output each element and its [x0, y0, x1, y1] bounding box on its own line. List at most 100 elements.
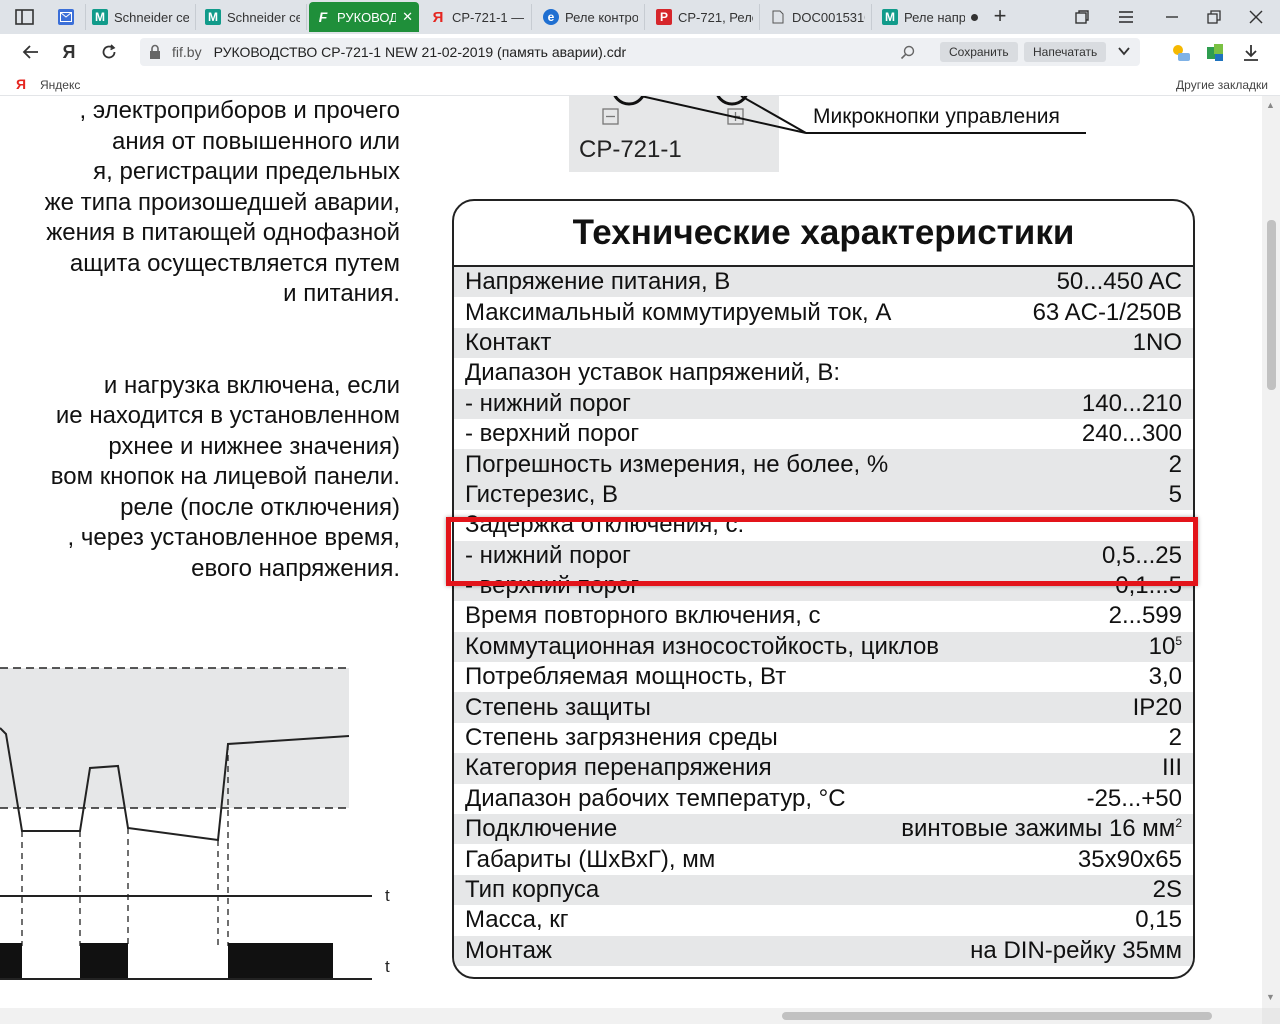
spec-row: - нижний порог 0,5...25 — [454, 540, 1193, 571]
spec-label: - нижний порог — [465, 541, 631, 569]
weather-extension-icon[interactable] — [1170, 42, 1192, 64]
sidebar-toggle-icon[interactable] — [14, 7, 36, 27]
reload-button[interactable] — [98, 41, 120, 63]
download-icon[interactable] — [1240, 42, 1262, 64]
mail-icon — [58, 9, 74, 25]
time-axis-label: t — [385, 957, 390, 976]
lock-icon — [148, 44, 162, 60]
yandex-bookmark-icon[interactable]: Я — [16, 76, 26, 92]
yandex-icon[interactable]: Я — [58, 41, 80, 63]
tab-cp721-yandex[interactable]: Я CP-721-1 — — [424, 4, 532, 30]
spec-value-text: 3,0 — [1148, 663, 1182, 691]
spec-value-text: 2...599 — [1108, 602, 1182, 630]
text-line: , через установленное время, — [67, 524, 400, 551]
text-line: и нагрузка включена, если — [103, 371, 400, 399]
text-line: реле (после отключения) — [120, 493, 400, 521]
spec-value: 0,15 — [1135, 906, 1182, 934]
spec-value-text: 2 — [1168, 450, 1182, 478]
menu-icon[interactable] — [1114, 6, 1138, 28]
restore-icon[interactable] — [1202, 6, 1226, 28]
navigation-bar: Я fif.by РУКОВОДСТВО CP-721-1 NEW 21-02-… — [0, 34, 1280, 70]
spec-value: 5 — [1169, 481, 1182, 509]
spec-label: Напряжение питания, В — [465, 268, 731, 296]
tab-active-manual[interactable]: F РУКОВОД ✕ — [309, 2, 419, 32]
tab-doc[interactable]: DOC0015310 — [764, 4, 872, 30]
spec-label: Контакт — [465, 328, 552, 356]
minimize-icon[interactable] — [1160, 6, 1184, 28]
address-bar[interactable]: fif.by РУКОВОДСТВО CP-721-1 NEW 21-02-20… — [140, 38, 1140, 66]
other-bookmarks[interactable]: Другие закладки — [1176, 78, 1268, 92]
horizontal-scrollbar[interactable] — [0, 1008, 1262, 1024]
spec-value: винтовые зажимы 16 мм2 — [901, 815, 1182, 843]
zoom-icon[interactable] — [900, 44, 916, 60]
tab-label: CP-721-1 — — [452, 9, 525, 25]
spec-value-text: III — [1161, 754, 1182, 782]
horizontal-scroll-thumb[interactable] — [782, 1012, 1212, 1020]
spec-value: на DIN-рейку 35мм — [970, 937, 1182, 965]
spec-label: - нижний порог — [465, 389, 631, 417]
unsaved-dot-icon — [971, 13, 978, 21]
manual-description-text: , электроприборов и прочего ания от повыш… — [0, 96, 400, 584]
spec-value: 0,1...5 — [1115, 572, 1182, 600]
spec-value: 2 — [1169, 451, 1182, 479]
text-line: ащита осуществляется путем — [69, 249, 400, 277]
chevron-down-icon[interactable] — [1117, 44, 1131, 61]
timing-diagram: t t — [0, 667, 390, 980]
m-icon: M — [882, 9, 898, 25]
bookmark-yandex[interactable]: Яндекс — [40, 78, 80, 92]
spec-label: Степень загрязнения среды — [465, 724, 778, 752]
spec-row: Гистерезис, В 5 — [454, 479, 1193, 511]
spec-row: Время повторного включения, с 2...599 — [454, 601, 1193, 631]
spec-value-text: 0,1...5 — [1115, 572, 1182, 600]
tab-rele-kontrol[interactable]: e Реле контро — [537, 4, 645, 30]
spec-value-text: 63 AC-1/250В — [1032, 298, 1182, 326]
document-icon — [770, 9, 786, 25]
tab-strip: M Schneider ce M Schneider ce F РУКОВОД … — [0, 0, 1280, 34]
spec-value: 63 AC-1/250В — [1033, 299, 1182, 327]
spec-label: Подключение — [465, 815, 618, 843]
spec-row: Потребляемая мощность, Вт 3,0 — [454, 662, 1193, 692]
spec-label: Категория перенапряжения — [465, 754, 772, 782]
text-line — [0, 340, 400, 371]
close-window-icon[interactable] — [1244, 6, 1268, 28]
spec-value-text: IP20 — [1132, 693, 1182, 721]
spec-label: Гистерезис, В — [465, 480, 619, 508]
back-button[interactable] — [20, 41, 42, 63]
spec-value: 0,5...25 — [1102, 542, 1182, 570]
close-tab-icon[interactable]: ✕ — [402, 9, 413, 25]
tab-cp721-rele[interactable]: P CP-721, Реле — [650, 4, 760, 30]
vertical-scroll-thumb[interactable] — [1267, 220, 1276, 390]
f-icon: F — [318, 9, 328, 25]
spec-row: - верхний порог 0,1...5 — [454, 570, 1193, 602]
vertical-scrollbar[interactable]: ▲ ▼ — [1262, 96, 1280, 1008]
spec-value: 3,0 — [1149, 663, 1182, 691]
tab-schneider-2[interactable]: M Schneider ce — [199, 4, 307, 30]
tab-label: Schneider ce — [227, 9, 300, 25]
spec-value: 50...450 AC — [1057, 268, 1182, 296]
spec-label: - верхний порог — [465, 420, 640, 448]
p-icon: P — [656, 9, 672, 25]
spec-value-text: 5 — [1168, 480, 1182, 508]
pdf-viewer[interactable]: , электроприборов и прочего ания от повыш… — [0, 96, 1262, 1008]
bookmarks-bar: Я Яндекс Другие закладки — [0, 70, 1280, 96]
spec-label: Коммутационная износостойкость, циклов — [465, 632, 940, 660]
scroll-down-icon[interactable]: ▼ — [1266, 992, 1275, 1002]
spec-value: IP20 — [1133, 694, 1182, 722]
spec-row: Габариты (ШхВхГ), мм 35x90x65 — [454, 844, 1193, 874]
text-line — [0, 310, 400, 341]
print-button[interactable]: Напечатать — [1024, 42, 1107, 62]
scroll-up-icon[interactable]: ▲ — [1266, 100, 1275, 110]
tabs-panel-icon[interactable] — [1070, 6, 1094, 28]
text-line: рхнее и нижнее значения) — [108, 432, 400, 460]
tab-mail[interactable] — [52, 4, 86, 30]
extension-icon[interactable] — [1204, 42, 1226, 64]
spec-row: Задержка отключения, с: — [454, 510, 1193, 540]
spec-label: Время повторного включения, с — [465, 602, 821, 630]
spec-value: 140...210 — [1082, 390, 1182, 418]
spec-value-text: 240...300 — [1081, 420, 1182, 448]
tab-schneider-1[interactable]: M Schneider ce — [86, 4, 196, 30]
spec-value: -25...+50 — [1087, 785, 1182, 813]
save-button[interactable]: Сохранить — [940, 42, 1018, 62]
new-tab-button[interactable]: + — [988, 5, 1012, 29]
tab-rele-napr[interactable]: M Реле напря — [876, 4, 984, 30]
